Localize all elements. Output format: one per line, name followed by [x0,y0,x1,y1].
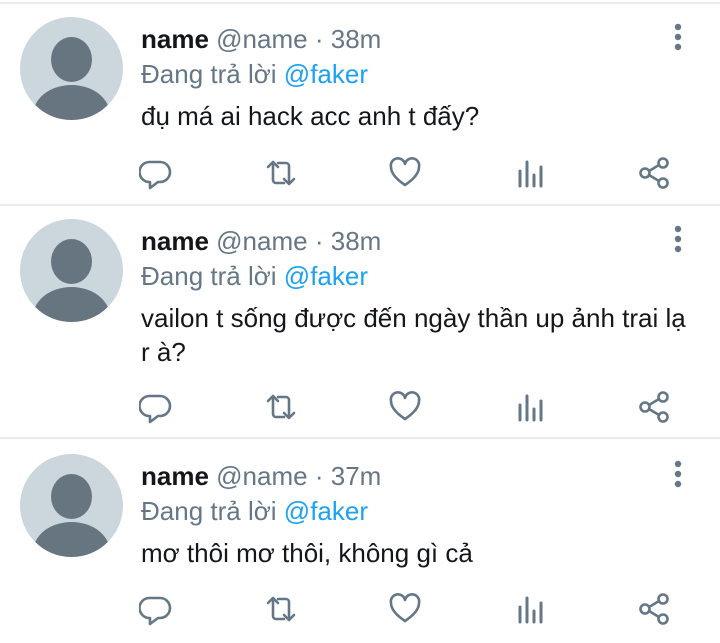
separator-dot: · [314,226,324,256]
display-name[interactable]: name [141,24,209,54]
reply-icon[interactable] [139,592,173,626]
retweet-icon[interactable] [264,592,298,626]
tweet-time[interactable]: 37m [331,461,382,491]
tweet[interactable]: name @name · 38m Đang trả lời @faker vai… [0,202,720,438]
user-handle[interactable]: @name [216,461,307,491]
reply-prefix: Đang trả lời [141,261,277,291]
analytics-icon[interactable] [514,592,548,626]
tweet-header: name @name · 38m [141,223,381,259]
reply-prefix: Đang trả lời [141,496,277,526]
avatar[interactable] [20,17,123,120]
tweet-time[interactable]: 38m [331,226,382,256]
tweet[interactable]: name @name · 38m Đang trả lời @faker đụ … [0,0,720,204]
tweet-feed: name @name · 38m Đang trả lời @faker đụ … [0,0,720,643]
reply-to-link[interactable]: @faker [284,261,368,291]
user-handle[interactable]: @name [216,24,307,54]
avatar[interactable] [20,454,123,557]
more-vertical-icon[interactable] [667,22,689,52]
tweet-text: mơ thôi mơ thôi, không gì cả [141,538,473,568]
tweet-header: name @name · 37m [141,458,381,494]
reply-to-link[interactable]: @faker [284,496,368,526]
tweet[interactable]: name @name · 37m Đang trả lời @faker mơ … [0,437,720,643]
reply-icon[interactable] [139,390,173,424]
reply-to-link[interactable]: @faker [284,59,368,89]
heart-icon[interactable] [388,592,422,626]
tweet-text: vailon t sống được đến ngày thần up ảnh … [141,303,686,367]
tweet-time[interactable]: 38m [331,24,382,54]
share-icon[interactable] [637,390,671,424]
heart-icon[interactable] [388,156,422,190]
analytics-icon[interactable] [514,390,548,424]
reply-icon[interactable] [139,156,173,190]
share-icon[interactable] [637,156,671,190]
user-handle[interactable]: @name [216,226,307,256]
display-name[interactable]: name [141,226,209,256]
replying-to: Đang trả lời @faker [141,56,368,92]
reply-prefix: Đang trả lời [141,59,277,89]
replying-to: Đang trả lời @faker [141,258,368,294]
heart-icon[interactable] [388,390,422,424]
tweet-text: đụ má ai hack acc anh t đấy? [141,101,480,131]
more-vertical-icon[interactable] [667,459,689,489]
analytics-icon[interactable] [514,156,548,190]
replying-to: Đang trả lời @faker [141,493,368,529]
retweet-icon[interactable] [264,390,298,424]
retweet-icon[interactable] [264,156,298,190]
more-vertical-icon[interactable] [667,224,689,254]
separator-dot: · [314,461,324,491]
avatar[interactable] [20,219,123,322]
share-icon[interactable] [637,592,671,626]
tweet-header: name @name · 38m [141,21,381,57]
separator-dot: · [314,24,324,54]
display-name[interactable]: name [141,461,209,491]
